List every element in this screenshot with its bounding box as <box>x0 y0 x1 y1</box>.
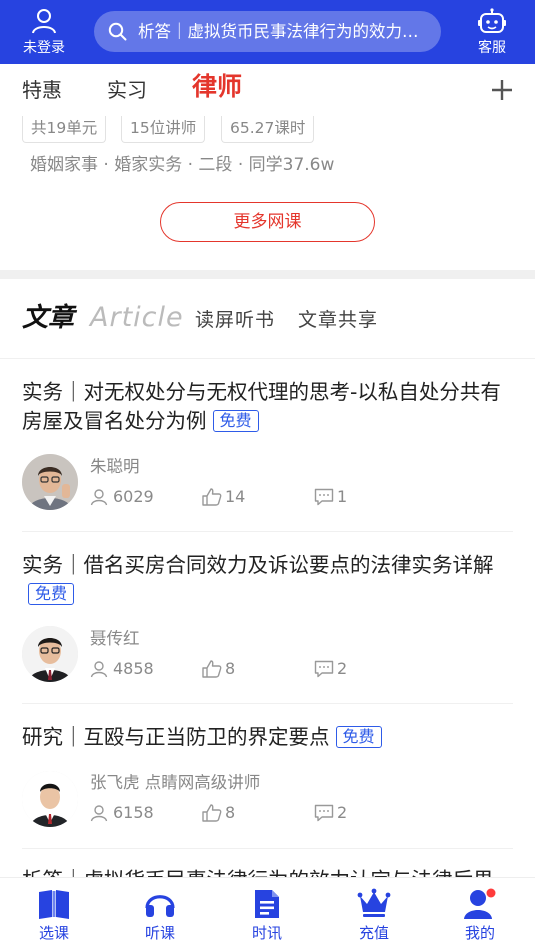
article-title-text: 研究｜互殴与正当防卫的界定要点 <box>22 725 330 749</box>
headphones-icon <box>145 895 175 917</box>
author-name: 聂传红 <box>90 629 140 648</box>
comment-icon <box>314 488 334 506</box>
customer-service-label: 客服 <box>478 40 506 56</box>
nav-news[interactable]: 时讯 <box>227 878 307 951</box>
comment-count-value: 2 <box>337 803 348 822</box>
course-subtitle: 婚姻家事 · 婚家实务 · 二段 · 同学37.6w <box>30 155 335 175</box>
article-title-text: 实务｜借名买房合同效力及诉讼要点的法律实务详解 <box>22 553 494 577</box>
nav-label: 选课 <box>38 924 69 942</box>
comment-icon <box>314 660 334 678</box>
login-label: 未登录 <box>23 40 65 56</box>
document-icon <box>255 890 279 918</box>
comment-count-value: 2 <box>337 659 348 678</box>
article-item[interactable]: 研究｜互殴与正当防卫的界定要点 免费 张飞虎 点睛网高级讲师 6158 8 2 <box>22 723 513 853</box>
article-title: 实务｜对无权处分与无权代理的思考-以私自处分共有房屋及冒名处分为例 免费 <box>22 378 513 436</box>
chip-lecturers: 15位讲师 <box>121 116 206 143</box>
article-item[interactable]: 析答｜虚拟货币民事法律行为的效力认定与法律后果 <box>22 866 513 892</box>
nav-label: 时讯 <box>251 924 282 942</box>
robot-icon <box>478 8 506 33</box>
person-icon <box>90 489 108 506</box>
tab-internship[interactable]: 实习 <box>107 77 147 103</box>
like-count-value: 8 <box>225 659 236 678</box>
article-item[interactable]: 实务｜借名买房合同效力及诉讼要点的法律实务详解免费 聂传红 4858 8 2 <box>22 551 513 701</box>
nav-label: 我的 <box>464 924 495 942</box>
tab-screen-reading[interactable]: 读屏听书 <box>195 307 275 333</box>
user-icon <box>464 888 496 919</box>
user-outline-icon <box>32 9 56 34</box>
article-title: 实务｜借名买房合同效力及诉讼要点的法律实务详解免费 <box>22 551 513 609</box>
like-count-value: 14 <box>225 487 246 506</box>
search-bar[interactable]: 析答｜虚拟货币民事法律行为的效力认定与法律后果 <box>94 11 441 52</box>
top-bar: 未登录 析答｜虚拟货币民事法律行为的效力认定与法律后果 客服 <box>0 0 535 64</box>
view-count-value: 4858 <box>113 659 154 678</box>
author-avatar-image <box>22 771 78 827</box>
comment-count-value: 1 <box>337 487 348 506</box>
author-name: 朱聪明 <box>90 457 140 476</box>
bottom-navigation: 选课 听课 时讯 充值 我的 <box>0 877 535 951</box>
more-courses-button[interactable]: 更多网课 <box>160 202 375 242</box>
crown-icon <box>357 888 391 917</box>
view-count-value: 6029 <box>113 487 154 506</box>
like-count-value: 8 <box>225 803 236 822</box>
comment-icon <box>314 804 334 822</box>
tab-article-sharing[interactable]: 文章共享 <box>298 307 378 333</box>
article-divider <box>22 703 513 704</box>
thumbs-up-icon <box>202 804 222 822</box>
add-tab-icon[interactable] <box>489 77 515 103</box>
article-item[interactable]: 实务｜对无权处分与无权代理的思考-以私自处分共有房屋及冒名处分为例 免费 朱聪明 … <box>22 378 513 528</box>
notification-dot <box>486 888 496 898</box>
article-title-text: 实务｜对无权处分与无权代理的思考-以私自处分共有房屋及冒名处分为例 <box>22 380 501 433</box>
author-avatar-image <box>22 626 78 682</box>
category-tabs: 特惠 实习 律师 <box>0 64 535 116</box>
nav-label: 听课 <box>144 924 175 942</box>
book-icon <box>39 890 69 919</box>
author-avatar-image <box>22 454 78 510</box>
nav-listen[interactable]: 听课 <box>120 878 200 951</box>
search-text: 析答｜虚拟货币民事法律行为的效力认定与法律后果 <box>138 22 423 41</box>
nav-select-course[interactable]: 选课 <box>14 878 94 951</box>
nav-label: 充值 <box>358 924 389 942</box>
view-count-value: 6158 <box>113 803 154 822</box>
article-divider <box>22 531 513 532</box>
thumbs-up-icon <box>202 660 222 678</box>
customer-service-button[interactable]: 客服 <box>462 6 522 58</box>
person-icon <box>90 805 108 822</box>
tab-discount[interactable]: 特惠 <box>22 77 62 103</box>
author-name: 张飞虎 点睛网高级讲师 <box>90 773 261 792</box>
free-badge: 免费 <box>335 726 382 748</box>
article-divider <box>22 848 513 849</box>
chip-hours: 65.27课时 <box>221 116 315 143</box>
thumbs-up-icon <box>202 488 222 506</box>
avatar <box>22 626 78 682</box>
free-badge: 免费 <box>28 583 75 605</box>
article-title: 研究｜互殴与正当防卫的界定要点 免费 <box>22 723 513 752</box>
article-section-title: 文章 <box>22 303 75 333</box>
nav-mine[interactable]: 我的 <box>440 878 520 951</box>
person-icon <box>90 661 108 678</box>
article-section-title-en: Article <box>90 302 184 333</box>
avatar <box>22 454 78 510</box>
search-icon <box>108 22 127 41</box>
avatar <box>22 771 78 827</box>
nav-recharge[interactable]: 充值 <box>334 878 414 951</box>
tab-lawyer[interactable]: 律师 <box>192 74 242 100</box>
login-button[interactable]: 未登录 <box>14 6 74 58</box>
section-divider <box>0 270 535 279</box>
article-section-header: 文章 Article 读屏听书 文章共享 <box>0 279 535 359</box>
free-badge: 免费 <box>212 410 259 432</box>
chip-units: 共19单元 <box>22 116 107 143</box>
